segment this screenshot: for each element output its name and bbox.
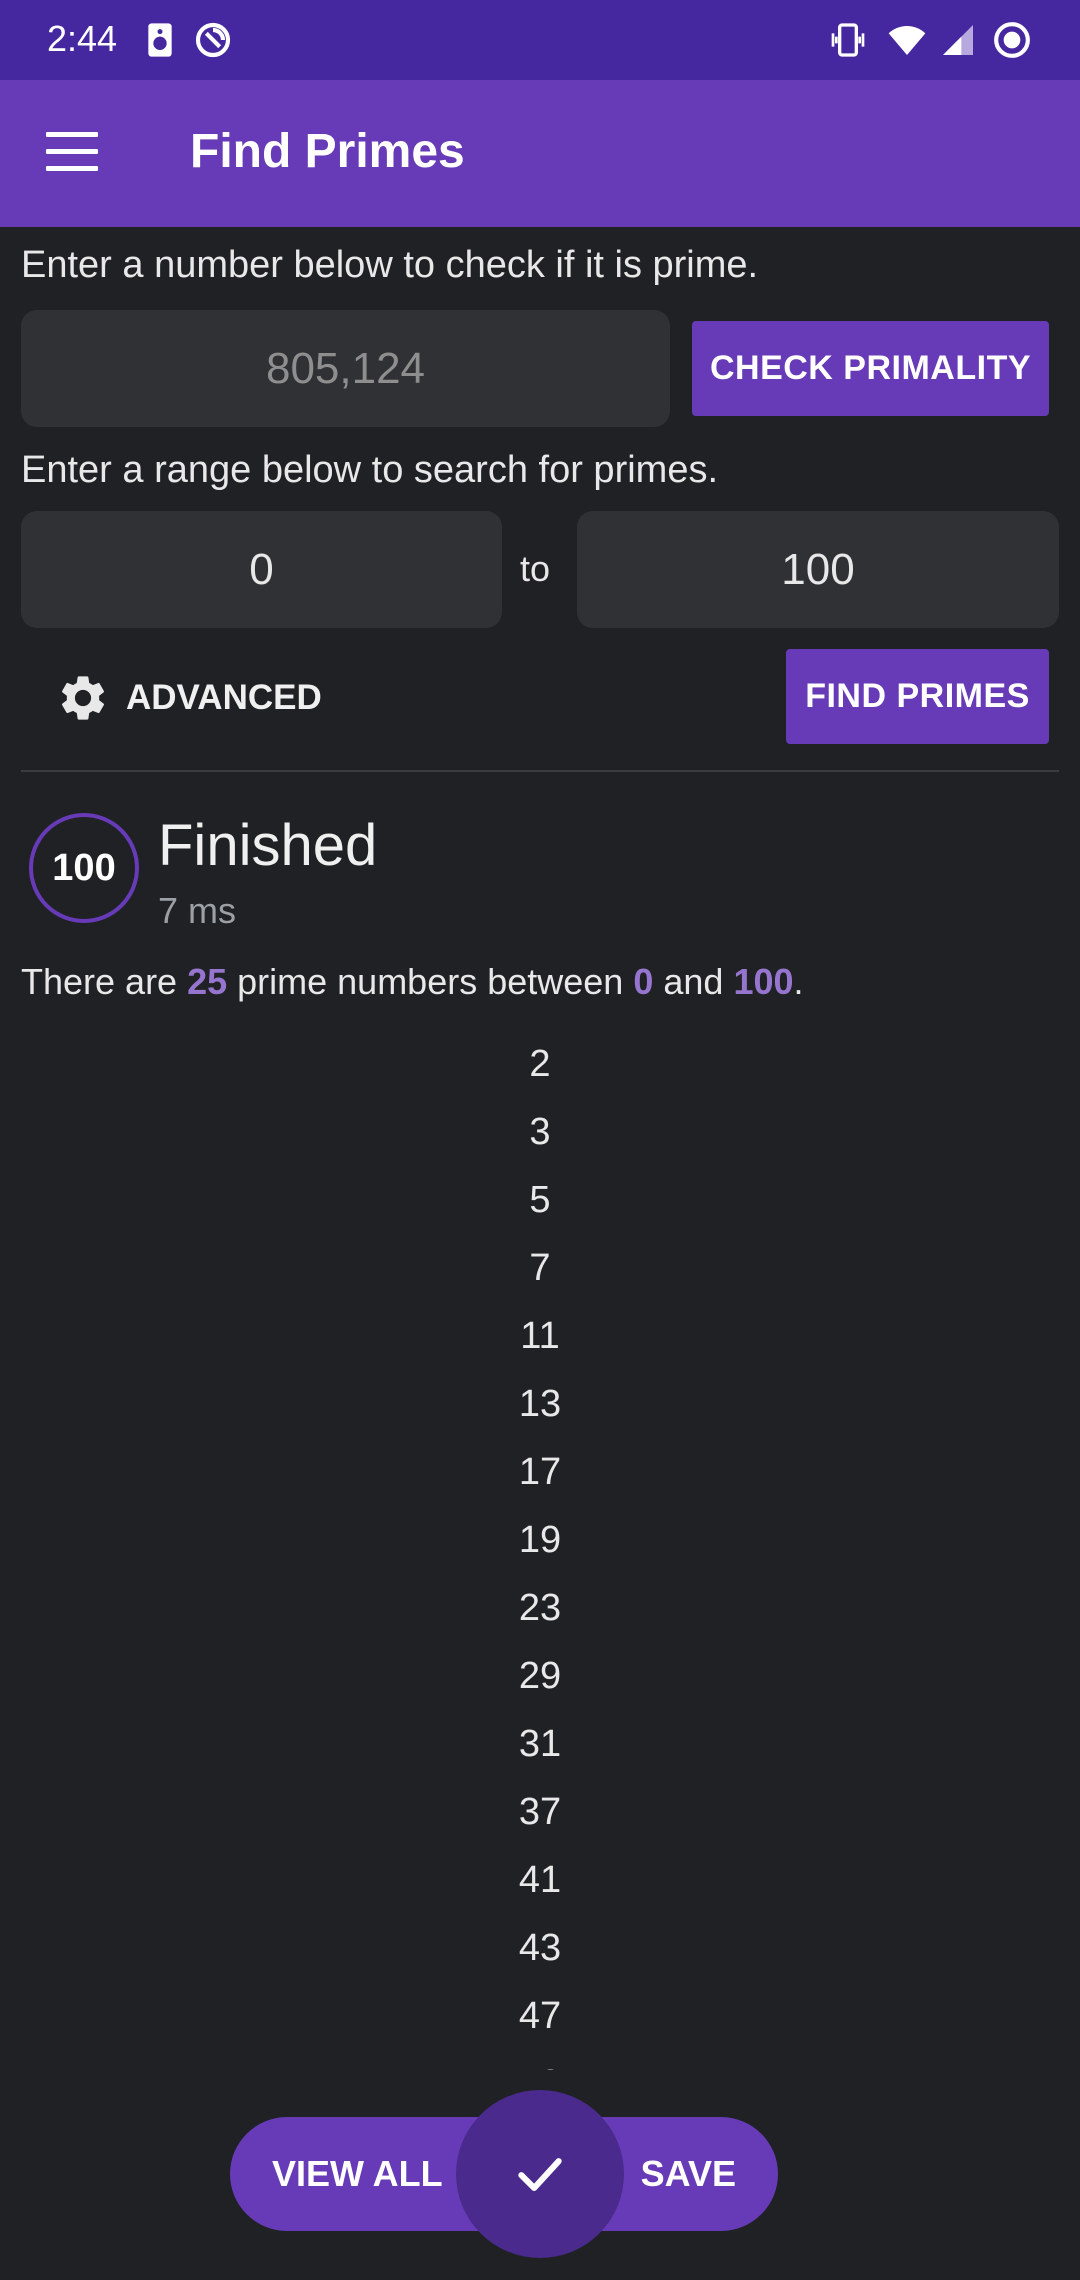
divider [21, 770, 1059, 772]
status-time: 2:44 [47, 18, 118, 59]
prime-list-item: 13 [518, 1383, 562, 1425]
check-icon [518, 2158, 562, 2192]
advanced-label: ADVANCED [126, 678, 322, 717]
range-to-label: to [520, 548, 551, 589]
progress-label: 100 [52, 846, 116, 889]
summary-and: and [653, 961, 734, 1002]
range-end-value: 100 [733, 961, 794, 1002]
prime-list-item: 11 [520, 1315, 560, 1357]
prime-list-item: 5 [529, 1179, 551, 1221]
gear-icon [61, 676, 105, 720]
prime-list-item: 29 [518, 1655, 562, 1697]
task-status: Finished [158, 813, 378, 878]
range-end-input[interactable]: 100 [577, 511, 1059, 628]
prime-list-item: 23 [518, 1587, 562, 1629]
prime-list[interactable]: 2357111317192329313741434753 [0, 1030, 1080, 2070]
app-bar: Find Primes [0, 80, 1080, 227]
cellular-signal-icon [943, 25, 973, 55]
menu-icon[interactable] [46, 132, 98, 172]
check-primality-button[interactable]: CHECK PRIMALITY [692, 321, 1049, 416]
number-input[interactable]: 805,124 [21, 310, 670, 427]
prime-list-item: 7 [529, 1247, 551, 1289]
prime-count: 25 [187, 961, 228, 1002]
prime-list-item: 47 [518, 1995, 562, 2037]
prime-list-item: 37 [518, 1791, 562, 1833]
primality-hint: Enter a number below to check if it is p… [21, 244, 759, 286]
prime-list-item: 53 [0, 2050, 1080, 2070]
prime-list-item: 31 [518, 1723, 562, 1765]
prime-list-item: 17 [518, 1451, 562, 1493]
prime-list-item: 3 [529, 1111, 551, 1153]
summary-prefix: There are [21, 961, 188, 1002]
summary-suffix: . [793, 961, 804, 1002]
range-hint: Enter a range below to search for primes… [21, 449, 719, 491]
save-button[interactable]: SAVE [641, 2117, 736, 2231]
prime-list-item: 43 [518, 1927, 562, 1969]
vibrate-icon [831, 23, 865, 57]
prime-list-item: 2 [529, 1043, 551, 1085]
prime-list-item: 19 [518, 1519, 562, 1561]
speaker-icon [148, 23, 172, 57]
status-bar: 2:44 [0, 0, 1080, 80]
wifi-icon [888, 26, 926, 55]
page-title: Find Primes [190, 125, 465, 178]
result-summary: There are 25 prime numbers between 0 and… [21, 961, 804, 1003]
done-fab[interactable] [456, 2090, 624, 2258]
battery-circle-icon [994, 22, 1030, 58]
range-start-input[interactable]: 0 [21, 511, 502, 628]
elapsed-time: 7 ms [158, 890, 237, 931]
find-primes-button[interactable]: FIND PRIMES [786, 649, 1049, 744]
do-not-disturb-icon [195, 22, 231, 58]
advanced-button[interactable]: ADVANCED [56, 668, 322, 728]
view-all-button[interactable]: VIEW ALL [272, 2117, 443, 2231]
prime-list-item: 41 [518, 1859, 562, 1901]
summary-middle: prime numbers between [227, 961, 634, 1002]
progress-circle: 100 [29, 813, 139, 923]
range-start-value: 0 [633, 961, 654, 1002]
